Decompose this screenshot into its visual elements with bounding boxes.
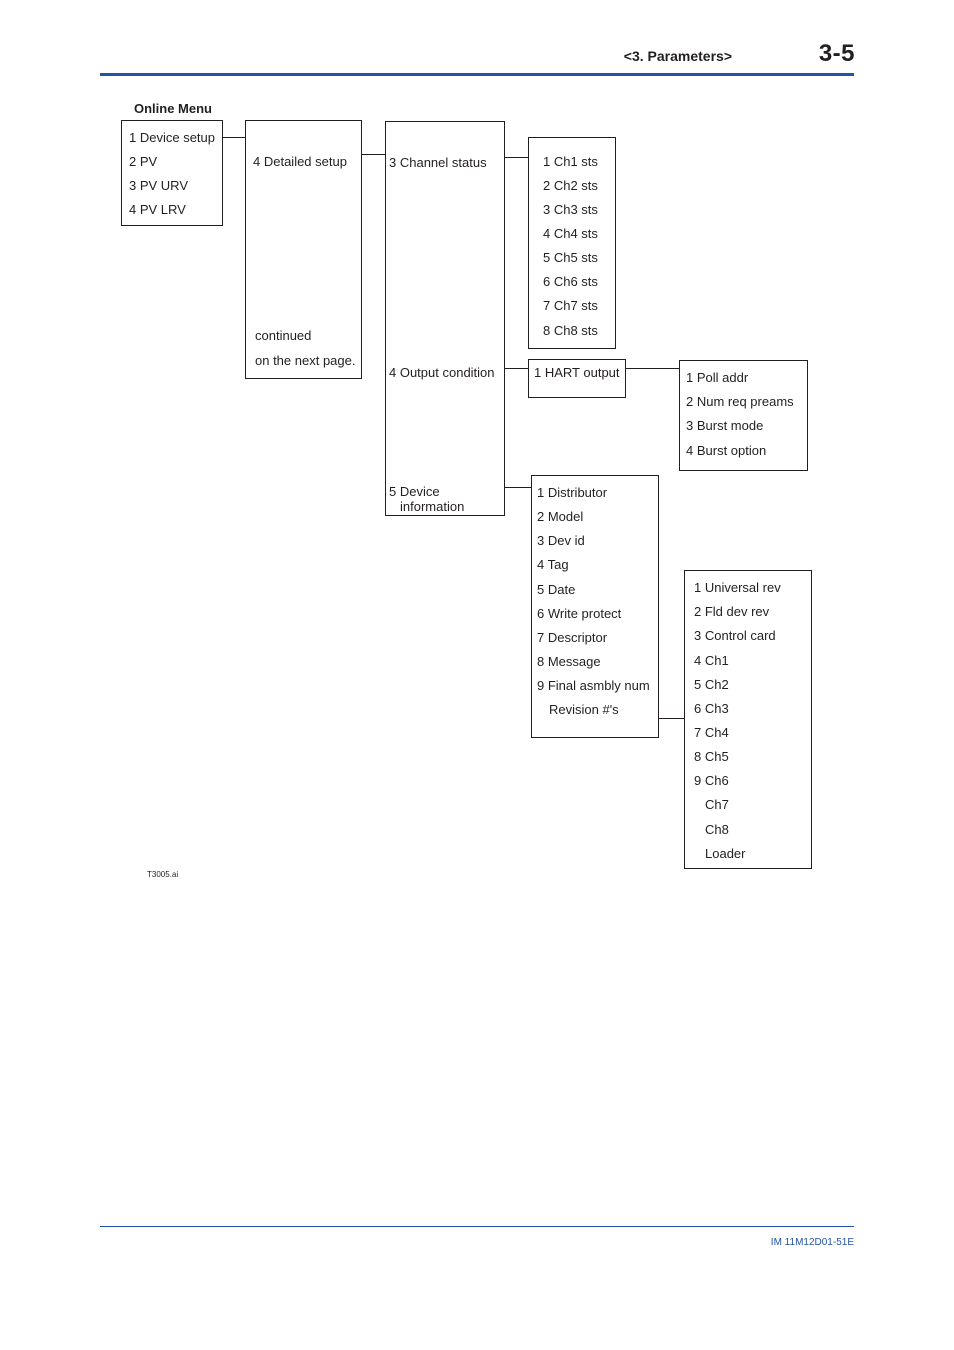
figure-id: T3005.ai xyxy=(147,870,179,879)
revision-item: 5 Ch2 xyxy=(694,677,729,692)
device-info-item: 7 Descriptor xyxy=(537,630,608,645)
revision-item: 6 Ch3 xyxy=(694,701,729,716)
menu-item-device-information: 5 Device xyxy=(389,484,440,499)
revision-item: 9 Ch6 xyxy=(694,773,729,788)
device-info-item-revision: Revision #'s xyxy=(549,702,619,717)
menu-item-device-setup: 1 Device setup xyxy=(129,130,215,145)
detailed-setup-box xyxy=(385,121,505,516)
footer-divider xyxy=(100,1226,854,1227)
channel-status-item: 5 Ch5 sts xyxy=(543,250,598,265)
connector-line xyxy=(659,718,684,719)
revision-item: 8 Ch5 xyxy=(694,749,729,764)
device-info-item: 3 Dev id xyxy=(537,533,585,548)
revision-item: 1 Universal rev xyxy=(694,580,781,595)
menu-item-pv-urv: 3 PV URV xyxy=(129,178,189,193)
channel-status-item: 2 Ch2 sts xyxy=(543,178,598,193)
menu-item-output-condition: 4 Output condition xyxy=(389,365,495,380)
device-info-item: 4 Tag xyxy=(537,557,569,572)
menu-item-pv-lrv: 4 PV LRV xyxy=(129,202,186,217)
device-info-item: 1 Distributor xyxy=(537,485,608,500)
revision-item: Ch8 xyxy=(705,822,729,837)
device-info-item: 2 Model xyxy=(537,509,584,524)
revision-item: 4 Ch1 xyxy=(694,653,729,668)
diagram-title: Online Menu xyxy=(134,101,212,116)
menu-item-device-information-cont: information xyxy=(400,499,465,514)
channel-status-item: 6 Ch6 sts xyxy=(543,274,598,289)
channel-status-item: 7 Ch7 sts xyxy=(543,298,598,313)
revision-item: Loader xyxy=(705,846,746,861)
device-info-item: 6 Write protect xyxy=(537,606,622,621)
channel-status-item: 1 Ch1 sts xyxy=(543,154,598,169)
connector-line xyxy=(362,154,385,155)
menu-item-detailed-setup: 4 Detailed setup xyxy=(253,154,347,169)
connector-line xyxy=(505,368,528,369)
continued-note-line1: continued xyxy=(255,328,312,343)
revision-item: 7 Ch4 xyxy=(694,725,729,740)
page-number: 3-5 xyxy=(818,40,855,67)
channel-status-item: 4 Ch4 sts xyxy=(543,226,598,241)
revision-item: Ch7 xyxy=(705,797,729,812)
device-info-item: 9 Final asmbly num xyxy=(537,678,650,693)
header-divider xyxy=(100,73,854,76)
hart-output-item: 1 Poll addr xyxy=(686,370,749,385)
connector-line xyxy=(223,137,245,138)
connector-line xyxy=(505,487,531,488)
revision-item: 3 Control card xyxy=(694,628,776,643)
hart-output-item: 4 Burst option xyxy=(686,443,767,458)
hart-output-item: 2 Num req preams xyxy=(686,394,794,409)
connector-line xyxy=(626,368,680,369)
document-number: IM 11M12D01-51E xyxy=(770,1237,854,1248)
channel-status-item: 8 Ch8 sts xyxy=(543,323,598,338)
revision-item: 2 Fld dev rev xyxy=(694,604,770,619)
hart-output-item: 3 Burst mode xyxy=(686,418,764,433)
section-title: <3. Parameters> xyxy=(623,48,732,64)
menu-item-pv: 2 PV xyxy=(129,154,158,169)
device-info-item: 5 Date xyxy=(537,582,576,597)
menu-item-channel-status: 3 Channel status xyxy=(389,155,487,170)
channel-status-item: 3 Ch3 sts xyxy=(543,202,598,217)
device-info-item: 8 Message xyxy=(537,654,601,669)
menu-item-hart-output: 1 HART output xyxy=(534,365,620,380)
continued-note-line2: on the next page. xyxy=(255,353,356,368)
connector-line xyxy=(505,157,528,158)
